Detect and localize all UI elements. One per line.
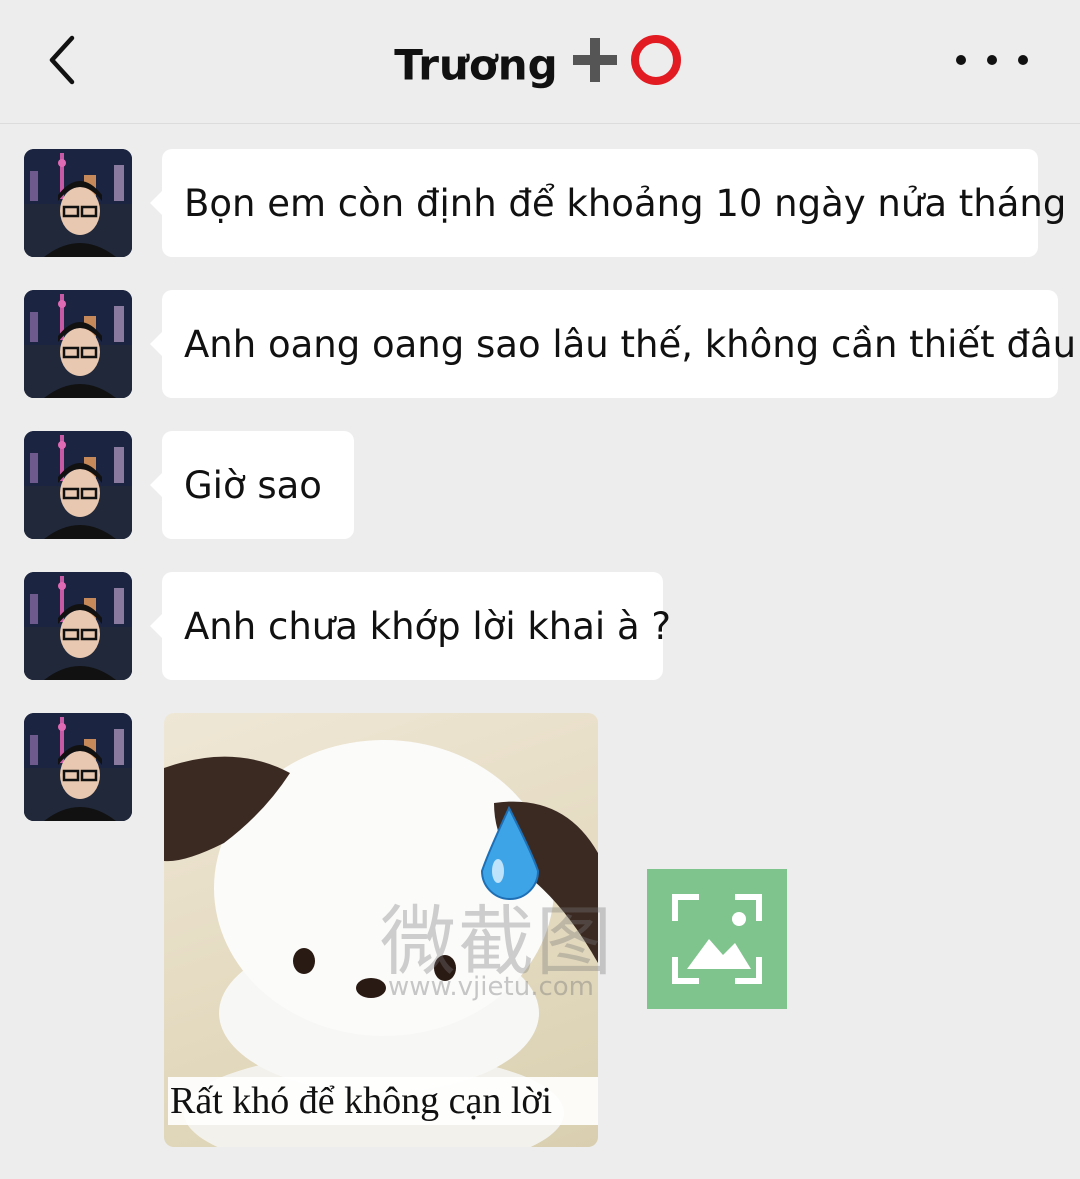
message-bubble[interactable]: Giờ sao [150, 431, 354, 539]
sticker-caption: Rất khó để không cạn lời [168, 1077, 598, 1125]
avatar[interactable] [24, 572, 132, 680]
message-row: Giờ sao [0, 431, 1080, 539]
avatar[interactable] [24, 431, 132, 539]
avatar[interactable] [24, 290, 132, 398]
message-text: Bọn em còn định để khoảng 10 ngày nửa th… [184, 181, 1067, 225]
watermark-logo-icon [647, 869, 787, 1009]
message-bubble[interactable]: Bọn em còn định để khoảng 10 ngày nửa th… [150, 149, 1066, 257]
more-dot [956, 55, 966, 65]
more-dot [987, 55, 997, 65]
message-row: Anh oang oang sao lâu thế, không cần thi… [0, 290, 1080, 398]
message-text: Anh oang oang sao lâu thế, không cần thi… [184, 322, 1077, 366]
message-text: Anh chưa khớp lời khai à ? [184, 604, 672, 648]
more-button[interactable] [956, 48, 1028, 72]
message-text: Giờ sao [184, 463, 322, 507]
watermark-url: www.vjietu.com [388, 972, 594, 1002]
message-bubble[interactable]: Anh chưa khớp lời khai à ? [150, 572, 671, 680]
message-row: Bọn em còn định để khoảng 10 ngày nửa th… [0, 149, 1080, 257]
message-row: Anh chưa khớp lời khai à ? [0, 572, 1080, 680]
avatar[interactable] [24, 713, 132, 821]
more-dot [1018, 55, 1028, 65]
contact-name: Trương [394, 40, 558, 90]
chat-header: Trương [0, 0, 1080, 124]
title-emoji [568, 34, 686, 96]
avatar[interactable] [24, 149, 132, 257]
plus-circle-emoji-icon [572, 35, 681, 85]
chat-title: Trương [0, 34, 1080, 96]
message-bubble[interactable]: Anh oang oang sao lâu thế, không cần thi… [150, 290, 1076, 398]
